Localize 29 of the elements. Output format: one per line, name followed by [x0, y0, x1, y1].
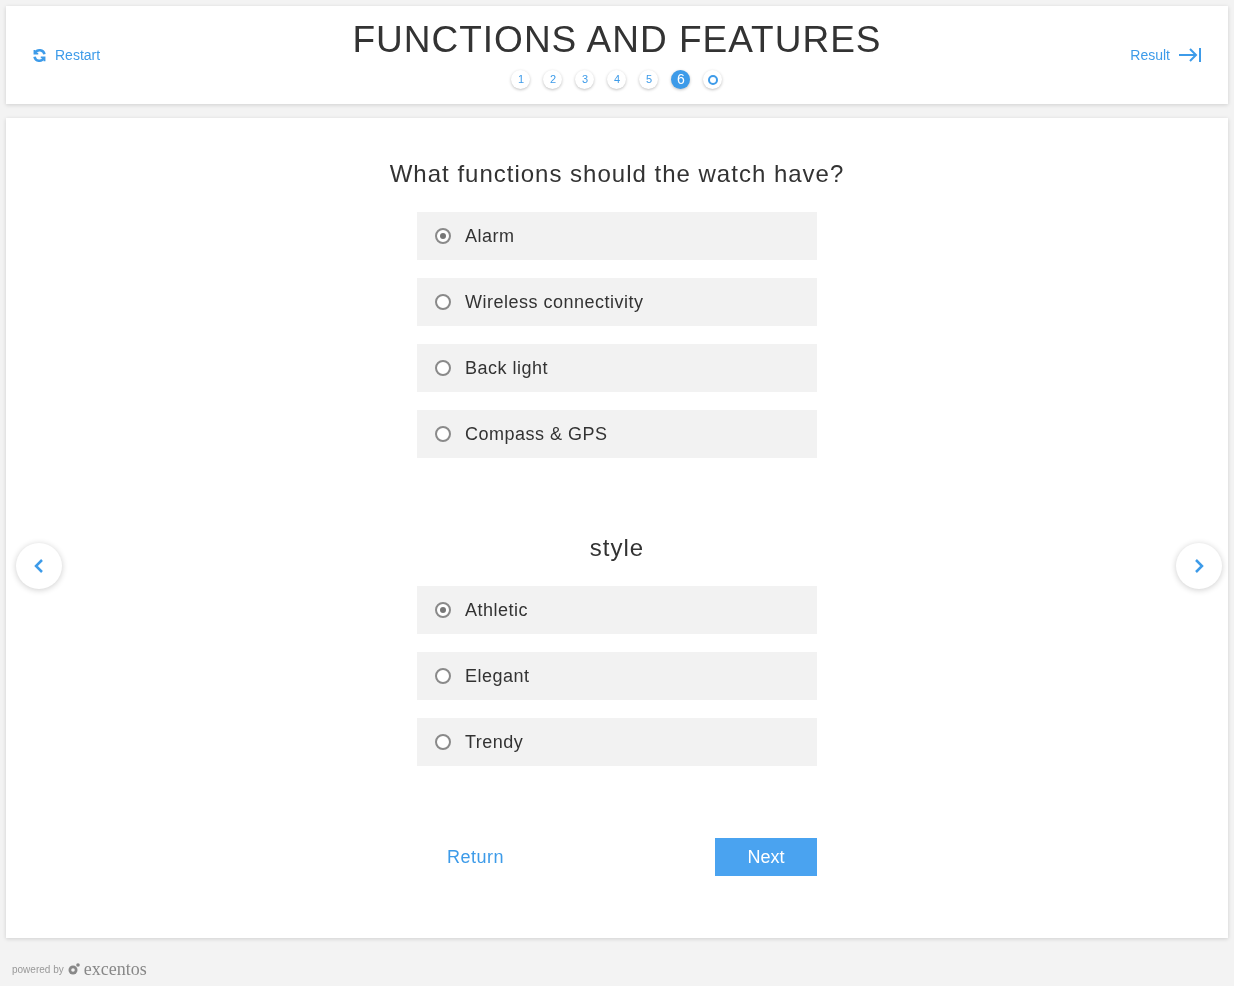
result-button[interactable]: Result — [1082, 44, 1202, 66]
option-row[interactable]: Alarm — [417, 212, 817, 260]
refresh-icon — [32, 47, 47, 63]
arrow-to-end-icon — [1178, 47, 1202, 63]
next-button[interactable]: Next — [715, 838, 817, 876]
ring-icon — [708, 74, 718, 85]
option-row[interactable]: Compass & GPS — [417, 410, 817, 458]
option-row[interactable]: Back light — [417, 344, 817, 392]
option-row[interactable]: Wireless connectivity — [417, 278, 817, 326]
option-row[interactable]: Elegant — [417, 652, 817, 700]
option-row[interactable]: Trendy — [417, 718, 817, 766]
step-button[interactable]: 6 — [671, 70, 691, 89]
powered-by-text: powered by — [12, 962, 64, 977]
option-row[interactable]: Athletic — [417, 586, 817, 634]
step-button[interactable] — [703, 70, 723, 89]
chevron-right-icon — [1194, 558, 1204, 574]
step-button[interactable]: 5 — [639, 70, 659, 89]
step-button[interactable]: 2 — [543, 70, 563, 89]
chevron-left-icon — [34, 558, 44, 574]
brand-name: excentos — [83, 960, 147, 978]
question-title: style — [589, 533, 645, 563]
question-title: What functions should the watch have? — [389, 159, 845, 189]
restart-button[interactable]: Restart — [32, 44, 152, 66]
page-title: FUNCTIONS AND FEATURES — [352, 21, 882, 58]
step-button[interactable]: 4 — [607, 70, 627, 89]
return-link[interactable]: Return — [447, 843, 505, 871]
logo-mark-icon — [67, 963, 80, 975]
step-button[interactable]: 1 — [511, 70, 531, 89]
step-button[interactable]: 3 — [575, 70, 595, 89]
